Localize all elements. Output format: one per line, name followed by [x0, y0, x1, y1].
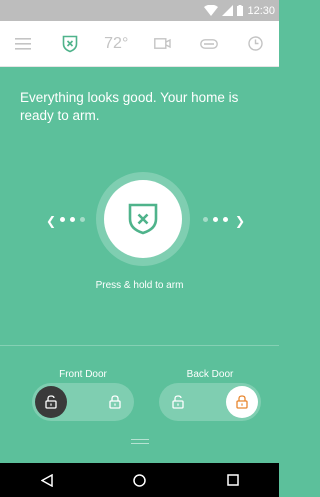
- tab-schedule[interactable]: [239, 27, 273, 61]
- divider: [0, 345, 279, 346]
- tab-thermostat[interactable]: 72°: [99, 27, 133, 61]
- page-dot: [223, 217, 228, 222]
- tab-garage[interactable]: [192, 27, 226, 61]
- top-navigation: 72°: [0, 21, 279, 67]
- home-button[interactable]: [128, 468, 152, 492]
- status-time: 12:30: [247, 4, 275, 17]
- wifi-icon: [204, 5, 219, 16]
- front-door-label: Front Door: [59, 369, 107, 380]
- padlock-icon: [236, 395, 248, 409]
- arm-hint: Press & hold to arm: [95, 280, 184, 291]
- front-door-lock-toggle[interactable]: [32, 383, 134, 421]
- tab-security[interactable]: [53, 27, 87, 61]
- chevron-left-icon[interactable]: ❮: [46, 214, 56, 228]
- menu-icon: [15, 37, 32, 50]
- home-circle-icon: [133, 473, 146, 487]
- drawer-handle[interactable]: [131, 439, 149, 445]
- signal-icon: [222, 5, 234, 16]
- chevron-right-icon[interactable]: ❯: [235, 214, 245, 228]
- padlock-icon: [109, 395, 121, 409]
- page-dot: [213, 217, 218, 222]
- back-door-lock-toggle[interactable]: [159, 383, 261, 421]
- front-door-unlock-button[interactable]: [35, 386, 67, 418]
- back-triangle-icon: [40, 473, 53, 487]
- unlocked-padlock-icon: [172, 395, 184, 409]
- garage-icon: [200, 38, 219, 49]
- page-dot: [60, 217, 65, 222]
- recents-button[interactable]: [221, 468, 245, 492]
- recents-square-icon: [226, 474, 239, 486]
- front-door-lock-button[interactable]: [99, 386, 131, 418]
- battery-icon: [237, 5, 244, 16]
- status-bar: 12:30: [0, 0, 279, 21]
- back-door-lock-button[interactable]: [226, 386, 258, 418]
- unlocked-padlock-icon: [45, 395, 57, 409]
- page-dot: [70, 217, 75, 222]
- page-dot: [203, 217, 208, 222]
- page-dot: [80, 217, 85, 222]
- status-message: Everything looks good. Your home is read…: [20, 90, 239, 123]
- back-door-label: Back Door: [186, 369, 234, 380]
- clock-icon: [248, 36, 263, 51]
- shield-icon: [62, 35, 78, 52]
- system-navigation-bar: [0, 463, 279, 497]
- tab-camera[interactable]: [146, 27, 180, 61]
- shield-icon: [128, 203, 158, 235]
- arm-button[interactable]: [104, 180, 182, 258]
- main-panel: Everything looks good. Your home is read…: [0, 67, 279, 463]
- back-door-unlock-button[interactable]: [162, 386, 194, 418]
- back-button[interactable]: [35, 468, 59, 492]
- menu-button[interactable]: [6, 27, 40, 61]
- camera-icon: [154, 38, 171, 49]
